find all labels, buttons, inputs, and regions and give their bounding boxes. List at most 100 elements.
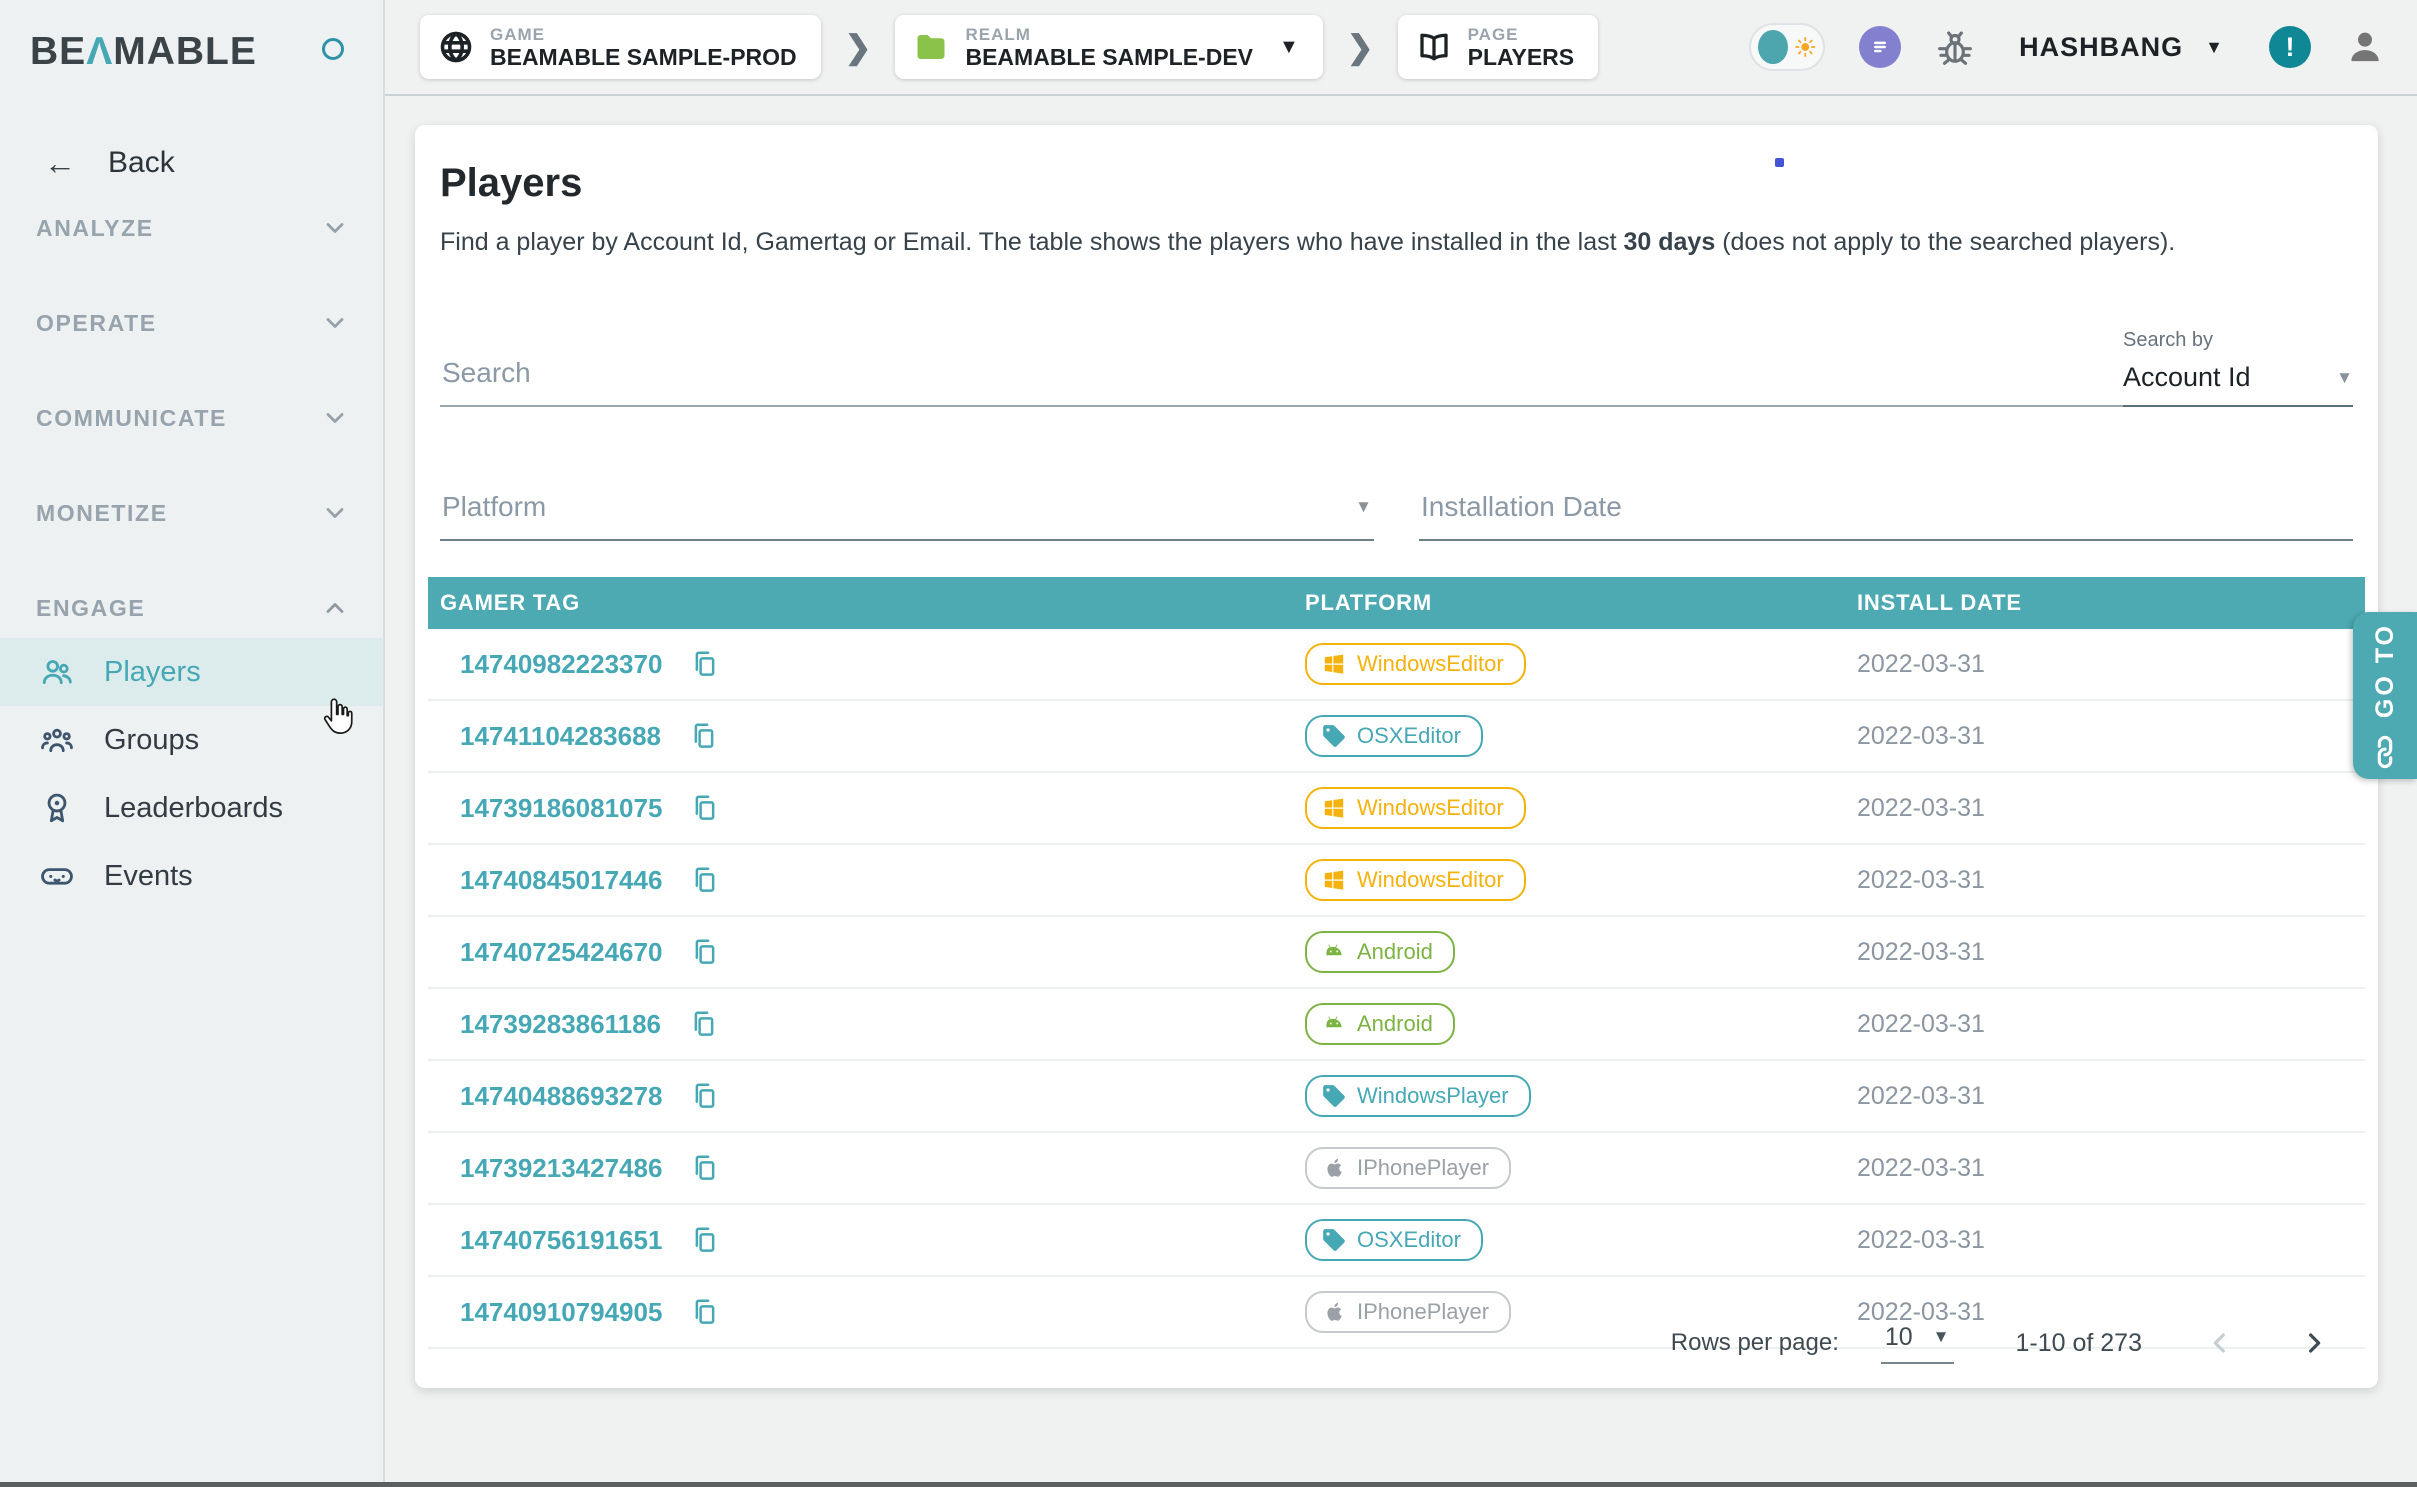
alert-button[interactable]: ! <box>2269 26 2311 68</box>
gamer-tag-link[interactable]: 14739213427486 <box>460 1153 662 1184</box>
chevron-down-icon: ▼ <box>2205 37 2223 58</box>
copy-button[interactable] <box>690 865 720 895</box>
changelog-menu-button[interactable] <box>1859 26 1901 68</box>
copy-button[interactable] <box>690 649 720 679</box>
sidebar-section-operate[interactable]: OPERATE <box>0 303 383 343</box>
installation-date-input[interactable] <box>1421 491 2351 523</box>
table-row[interactable]: 14740845017446 WindowsEditor 2022-03-31 <box>428 845 2365 917</box>
gamer-tag-link[interactable]: 14740488693278 <box>460 1081 662 1112</box>
platform-placeholder: Platform <box>442 491 546 523</box>
previous-page-button[interactable] <box>2204 1327 2236 1359</box>
install-date: 2022-03-31 <box>1857 722 2365 751</box>
table-row[interactable]: 14740756191651 OSXEditor 2022-03-31 <box>428 1205 2365 1277</box>
sidebar-collapse-toggle-icon[interactable] <box>322 38 344 60</box>
blue-dot <box>1775 158 1784 167</box>
table-row[interactable]: 14740982223370 WindowsEditor 2022-03-31 <box>428 629 2365 701</box>
sidebar-item-events[interactable]: Events <box>0 842 383 910</box>
search-by-select[interactable]: Search by Account Id▼ <box>2123 329 2353 407</box>
leaderboard-icon <box>40 791 74 825</box>
search-row: Search by Account Id▼ <box>440 329 2353 407</box>
platform-badge: Android <box>1305 931 1455 973</box>
sidebar-section-analyze[interactable]: ANALYZE <box>0 208 383 248</box>
platform-icon <box>1321 1083 1347 1109</box>
platform-icon <box>1321 939 1347 965</box>
gamer-tag-link[interactable]: 14741104283688 <box>460 721 661 752</box>
rows-per-page-label: Rows per page: <box>1671 1329 1839 1357</box>
copy-button[interactable] <box>690 793 720 823</box>
gamer-tag-link[interactable]: 14740845017446 <box>460 865 662 896</box>
platform-label: Android <box>1357 1011 1433 1037</box>
breadcrumb-kind: GAME <box>490 25 797 44</box>
platform-select[interactable]: Platform ▼ <box>440 491 1374 541</box>
breadcrumb-value: BEAMABLE SAMPLE-PROD <box>490 44 797 70</box>
platform-label: IPhonePlayer <box>1357 1155 1489 1181</box>
window-bottom-edge <box>0 1482 2417 1487</box>
theme-toggle[interactable] <box>1749 23 1825 71</box>
breadcrumb-page-chip[interactable]: PAGE PLAYERS <box>1398 15 1599 79</box>
table-row[interactable]: 14739186081075 WindowsEditor 2022-03-31 <box>428 773 2365 845</box>
players-icon <box>40 655 74 689</box>
platform-icon <box>1321 1227 1347 1253</box>
page-title: Players <box>440 161 2378 206</box>
back-arrow-icon: ← <box>44 145 76 182</box>
exclamation-icon: ! <box>2286 32 2295 63</box>
install-date: 2022-03-31 <box>1857 1010 2365 1039</box>
rows-per-page-select[interactable]: 10 ▼ <box>1881 1323 1954 1364</box>
account-menu[interactable]: HASHBANG ▼ <box>2019 32 2223 63</box>
table-row[interactable]: 14740725424670 Android 2022-03-31 <box>428 917 2365 989</box>
gamer-tag-link[interactable]: 14739283861186 <box>460 1009 661 1040</box>
sidebar-section-communicate[interactable]: COMMUNICATE <box>0 398 383 438</box>
chevron-up-icon <box>321 594 349 622</box>
copy-icon <box>690 649 720 679</box>
next-page-button[interactable] <box>2298 1327 2330 1359</box>
sidebar-item-groups[interactable]: Groups <box>0 706 383 774</box>
platform-icon <box>1321 1011 1347 1037</box>
breadcrumb-game-chip[interactable]: GAME BEAMABLE SAMPLE-PROD <box>420 15 821 79</box>
copy-button[interactable] <box>689 721 719 751</box>
rows-per-page-value: 10 <box>1885 1323 1913 1352</box>
back-button[interactable]: ← Back <box>0 140 383 186</box>
gamer-tag-link[interactable]: 14740725424670 <box>460 937 662 968</box>
breadcrumb-realm-chip[interactable]: REALM BEAMABLE SAMPLE-DEV ▼ <box>895 15 1322 79</box>
description-bold: 30 days <box>1624 228 1716 256</box>
sidebar-item-label: Players <box>104 656 201 689</box>
chevron-down-icon <box>321 499 349 527</box>
copy-button[interactable] <box>690 1225 720 1255</box>
search-by-label: Search by <box>2123 329 2353 352</box>
sidebar-section-engage[interactable]: ENGAGE <box>0 588 383 628</box>
table-row[interactable]: 14739283861186 Android 2022-03-31 <box>428 989 2365 1061</box>
sidebar-item-leaderboards[interactable]: Leaderboards <box>0 774 383 842</box>
platform-label: Android <box>1357 939 1433 965</box>
chevron-down-icon[interactable]: ▼ <box>1279 36 1299 59</box>
breadcrumb-kind: REALM <box>965 25 1253 44</box>
avatar[interactable] <box>2345 27 2385 67</box>
sidebar-item-players[interactable]: Players <box>0 638 383 706</box>
copy-button[interactable] <box>690 937 720 967</box>
table-row[interactable]: 14739213427486 IPhonePlayer 2022-03-31 <box>428 1133 2365 1205</box>
table-row[interactable]: 14741104283688 OSXEditor 2022-03-31 <box>428 701 2365 773</box>
platform-badge: OSXEditor <box>1305 715 1483 757</box>
search-input[interactable] <box>440 347 2123 407</box>
gamer-tag-link[interactable]: 14740982223370 <box>460 649 662 680</box>
gamer-tag-link[interactable]: 14739186081075 <box>460 793 662 824</box>
column-header-platform: PLATFORM <box>1305 590 1857 616</box>
copy-button[interactable] <box>690 1081 720 1111</box>
folder-icon <box>913 29 949 65</box>
chevron-down-icon: ▼ <box>1355 497 1372 517</box>
bug-report-button[interactable] <box>1935 27 1975 67</box>
install-date: 2022-03-31 <box>1857 866 2365 895</box>
gamer-tag-link[interactable]: 14740756191651 <box>460 1225 662 1256</box>
table-row[interactable]: 14740488693278 WindowsPlayer 2022-03-31 <box>428 1061 2365 1133</box>
copy-button[interactable] <box>690 1153 720 1183</box>
platform-icon <box>1321 867 1347 893</box>
installation-date-field <box>1419 491 2353 541</box>
back-label: Back <box>108 146 175 180</box>
platform-label: WindowsEditor <box>1357 795 1504 821</box>
platform-icon <box>1321 795 1347 821</box>
copy-button[interactable] <box>689 1009 719 1039</box>
sidebar-section-monetize[interactable]: MONETIZE <box>0 493 383 533</box>
platform-label: WindowsEditor <box>1357 867 1504 893</box>
globe-icon <box>438 29 474 65</box>
goto-button[interactable]: GO TO <box>2353 612 2417 779</box>
list-icon <box>1867 34 1893 60</box>
